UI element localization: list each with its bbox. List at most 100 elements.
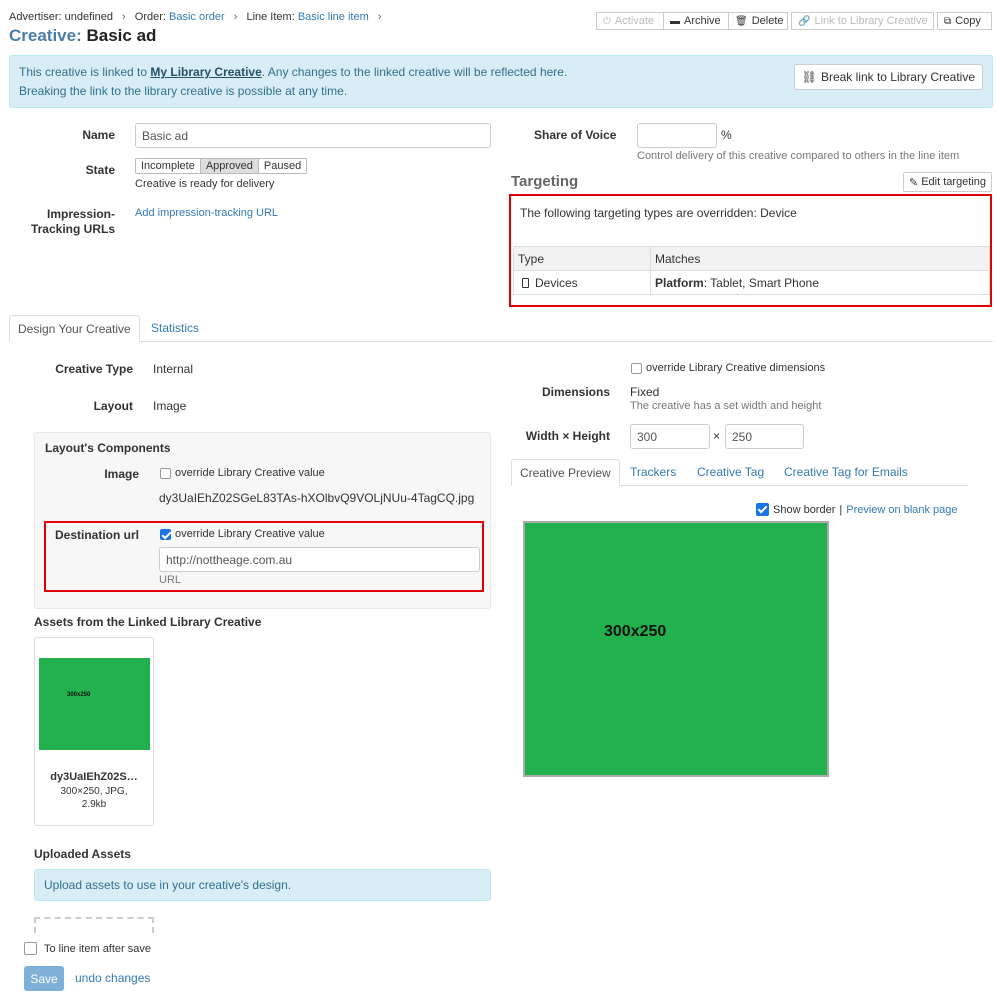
linked-info-banner: This creative is linked to My Library Cr… [9,55,993,108]
library-creative-link[interactable]: My Library Creative [150,65,261,79]
breadcrumb-advertiser-value: undefined [64,11,113,23]
asset-card[interactable]: 300x250 dy3UaIEhZ02S… 300×250, JPG, 2.9k… [34,637,154,826]
dimensions-override-label: override Library Creative dimensions [646,362,826,374]
sov-input[interactable] [637,123,717,148]
asset-meta: 300×250, JPG, 2.9kb [35,785,153,811]
delete-button[interactable]: 🗑 Delete [728,12,788,30]
destination-override[interactable]: override Library Creative value [160,528,325,540]
breadcrumb-order-label: Order: [134,11,166,23]
sov-label: Share of Voice [534,128,617,142]
state-option-incomplete[interactable]: Incomplete [136,159,201,173]
linked-assets-title: Assets from the Linked Library Creative [34,615,262,629]
tab-statistics[interactable]: Statistics [143,315,207,341]
image-override-checkbox[interactable] [160,467,171,479]
upload-dropzone[interactable] [34,917,154,933]
destination-url-input[interactable]: http://nottheage.com.au [159,547,480,572]
page-title: Creative: Basic ad [9,26,156,46]
destination-override-label: override Library Creative value [175,528,325,540]
page-title-name: Basic ad [86,26,157,45]
breadcrumb-advertiser-label: Advertiser: [9,11,62,23]
name-input[interactable]: Basic ad [135,123,491,148]
asset-size: 2.9kb [81,799,107,810]
link-library-button[interactable]: 🔗 Link to Library Creative [791,12,934,30]
creative-type-label: Creative Type [55,362,133,376]
archive-button[interactable]: ▬ Archive [663,12,729,30]
page-title-label: Creative: [9,26,82,45]
link-library-label: Link to Library Creative [814,15,928,27]
activate-label: Activate [614,15,655,27]
impression-label-line-2: Tracking URLs [30,222,115,236]
copy-button[interactable]: ⧉ Copy [937,12,992,30]
undo-changes-link[interactable]: undo changes [75,971,150,985]
uploaded-assets-title: Uploaded Assets [34,847,131,861]
add-impression-url-link[interactable]: Add impression-tracking URL [135,207,278,219]
edit-targeting-button[interactable]: ✎ Edit targeting [903,172,993,192]
image-override[interactable]: override Library Creative value [160,467,325,479]
targeting-type-cell: Devices [513,270,651,295]
dimensions-override-checkbox[interactable] [631,362,642,374]
copy-icon: ⧉ [944,15,952,27]
state-selector[interactable]: Incomplete Approved Paused [135,158,308,174]
state-help: Creative is ready for delivery [135,178,275,190]
table-row: Devices Platform: Tablet, Smart Phone [513,270,990,295]
tab-trackers[interactable]: Trackers [622,459,684,485]
height-input[interactable]: 250 [725,424,804,449]
destination-url-label: Destination url [54,528,139,542]
dimensions-help: The creative has a set width and height [630,400,822,412]
targeting-table: Type Matches Devices Platform: Tablet, S… [513,246,990,295]
tab-creative-preview[interactable]: Creative Preview [511,459,620,486]
preview-options: Show border | Preview on blank page [756,503,958,516]
impression-tracking-label: Impression- Tracking URLs [20,207,115,237]
asset-name: dy3UaIEhZ02S… [50,771,138,783]
image-override-label: override Library Creative value [175,467,325,479]
dimensions-override[interactable]: override Library Creative dimensions [631,362,825,374]
targeting-title: Targeting [511,173,579,190]
activate-button[interactable]: ⏻ Activate [596,12,664,30]
targeting-panel: The following targeting types are overri… [509,194,992,307]
destination-override-checkbox[interactable] [160,528,171,540]
line-item-after-save-checkbox[interactable] [24,942,37,955]
edit-icon: ✎ [909,176,919,189]
targeting-matches-cell: Platform: Tablet, Smart Phone [650,270,990,295]
targeting-type-value: Devices [535,275,578,290]
line-item-after-save-label: To line item after save [44,942,151,955]
save-button[interactable]: Save [24,966,64,991]
sov-help: Control delivery of this creative compar… [637,150,960,162]
archive-icon: ▬ [670,15,680,27]
copy-label: Copy [955,15,981,27]
times-symbol: × [713,429,721,443]
show-border-checkbox[interactable] [756,503,769,516]
state-option-approved[interactable]: Approved [200,159,259,173]
line-item-after-save[interactable]: To line item after save [24,942,151,955]
link-icon: 🔗 [798,15,811,27]
targeting-match-key: Platform [655,275,704,290]
preview-blank-page-link[interactable]: Preview on blank page [846,504,957,516]
width-input[interactable]: 300 [630,424,710,449]
tabs-divider [9,341,993,342]
delete-label: Delete [751,15,784,27]
break-link-button[interactable]: ⛓ Break link to Library Creative [793,64,983,90]
trash-icon: 🗑 [735,15,748,27]
tab-creative-tag-emails[interactable]: Creative Tag for Emails [776,459,916,485]
impression-label-line-1: Impression- [46,207,115,221]
layout-label: Layout [93,399,133,413]
edit-targeting-label: Edit targeting [921,176,987,188]
image-label: Image [104,467,139,481]
tab-creative-tag[interactable]: Creative Tag [689,459,772,485]
state-option-paused[interactable]: Paused [258,159,307,173]
archive-label: Archive [684,15,721,27]
components-title: Layout's Components [45,441,171,455]
targeting-col-matches: Matches [650,246,990,271]
breadcrumb-separator: › [233,11,238,23]
breadcrumb-order-link[interactable]: Basic order [169,11,225,23]
dimensions-value: Fixed [630,385,660,399]
creative-preview-text: 300x250 [604,623,667,640]
targeting-note: The following targeting types are overri… [520,206,797,220]
tab-design-your-creative[interactable]: Design Your Creative [9,315,140,342]
targeting-match-value: : Tablet, Smart Phone [703,275,819,290]
breadcrumb-line-item-link[interactable]: Basic line item [298,11,369,23]
banner-text: . Any changes to the linked creative wil… [261,65,568,79]
preview-divider: | [839,503,843,516]
power-icon: ⏻ [603,15,611,27]
asset-dimensions: 300×250, JPG, [60,786,128,797]
